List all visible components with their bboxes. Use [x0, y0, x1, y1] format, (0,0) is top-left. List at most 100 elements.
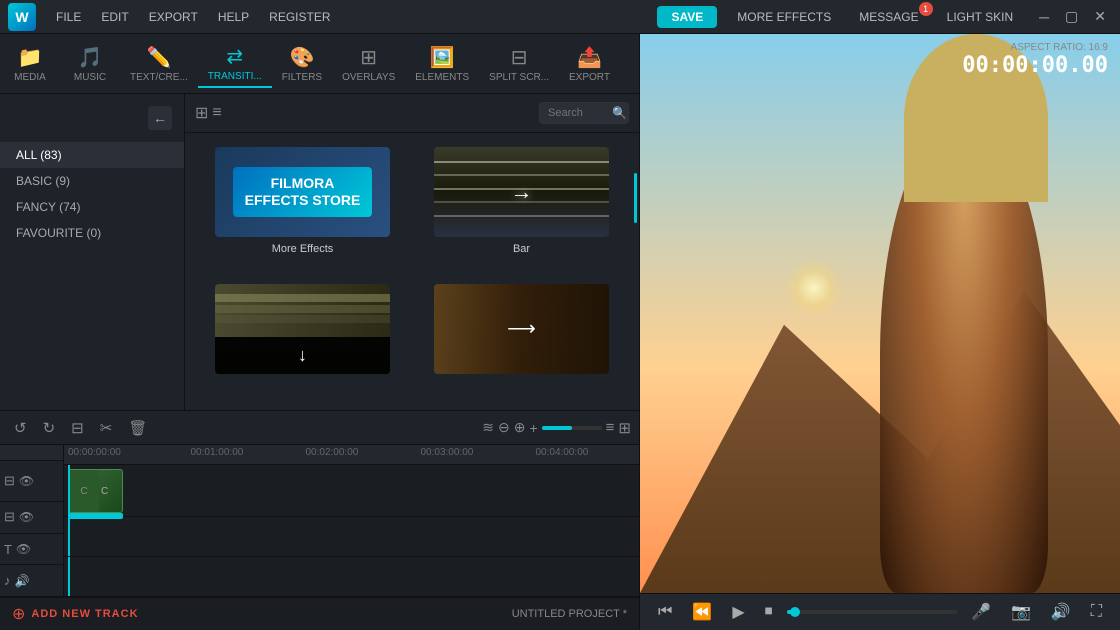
text-track — [64, 557, 639, 597]
video-track-icon: ⊟ — [4, 473, 15, 489]
toolbar-tabs: 📁 MEDIA 🎵 MUSIC ✏️ TEXT/CRE... ⇄ TRANSIT… — [0, 34, 639, 94]
tab-splitscreen[interactable]: ⊟ SPLIT SCR... — [479, 41, 559, 87]
menu-help[interactable]: HELP — [210, 6, 257, 28]
timeline-tracks: 00:00:00:00 00:01:00:00 00:02:00:00 00:0… — [64, 445, 639, 597]
tab-filters[interactable]: 🎨 FILTERS — [272, 41, 332, 87]
tab-filters-label: FILTERS — [282, 72, 322, 83]
effects-grid: FILMORAEFFECTS STORE More Effects — [185, 133, 639, 410]
effects-panel: ← ALL (83) BASIC (9) FANCY (74) FAVOURIT… — [0, 94, 639, 410]
zoom-slider[interactable] — [542, 426, 602, 430]
zoom-out-btn[interactable]: ⊖ — [498, 419, 510, 436]
tab-text-label: TEXT/CRE... — [130, 72, 188, 83]
main-layout: 📁 MEDIA 🎵 MUSIC ✏️ TEXT/CRE... ⇄ TRANSIT… — [0, 34, 1120, 630]
effect-bar[interactable]: → Bar — [412, 141, 631, 278]
progress-thumb — [790, 607, 800, 617]
tab-music-label: MUSIC — [74, 72, 106, 83]
category-favourite[interactable]: FAVOURITE (0) — [0, 220, 184, 246]
go-start-button[interactable]: ⏮ — [652, 601, 678, 623]
category-all[interactable]: ALL (83) — [0, 142, 184, 168]
effects-header: ⊞ ≡ 🔍 — [185, 94, 639, 133]
undo-button[interactable]: ↺ — [8, 417, 33, 439]
ruler-mark-1: 00:01:00:00 — [191, 447, 244, 458]
tab-overlays[interactable]: ⊞ OVERLAYS — [332, 41, 405, 87]
audio-track-icon: ♪ — [4, 573, 11, 588]
grid-layout-btn[interactable]: ⊞ — [618, 419, 631, 437]
effect-thumb-filmora: FILMORAEFFECTS STORE — [215, 147, 390, 237]
stop-button[interactable]: ⏹ — [759, 601, 779, 623]
audio-track-eye[interactable]: 🔊 — [15, 574, 30, 588]
tab-music[interactable]: 🎵 MUSIC — [60, 41, 120, 87]
overlay-track — [64, 517, 639, 557]
message-label: MESSAGE — [851, 6, 926, 28]
effects-sidebar: ← ALL (83) BASIC (9) FANCY (74) FAVOURIT… — [0, 94, 185, 410]
search-box[interactable]: 🔍 — [539, 102, 629, 124]
redo-button[interactable]: ↻ — [37, 417, 62, 439]
menu-bar: W FILE EDIT EXPORT HELP REGISTER SAVE MO… — [0, 0, 1120, 34]
layout-btn[interactable]: ≡ — [606, 419, 615, 436]
category-basic[interactable]: BASIC (9) — [0, 168, 184, 194]
tab-splitscreen-label: SPLIT SCR... — [489, 72, 549, 83]
grid-view-button[interactable]: ⊞ — [195, 103, 208, 123]
ruler-mark-3: 00:03:00:00 — [421, 447, 474, 458]
tab-transitions[interactable]: ⇄ TRANSITI... — [198, 40, 272, 88]
prev-frame-button[interactable]: ⏪ — [686, 600, 718, 624]
category-fancy[interactable]: FANCY (74) — [0, 194, 184, 220]
message-badge: 1 — [919, 2, 933, 16]
menu-register[interactable]: REGISTER — [261, 6, 338, 28]
zoom-waveform-btn[interactable]: ≋ — [482, 419, 494, 436]
list-view-button[interactable]: ≡ — [212, 103, 221, 123]
overlay-track-eye[interactable]: 👁 — [19, 510, 34, 524]
message-menu-item[interactable]: MESSAGE 1 — [851, 6, 926, 28]
effect-thumb-lower: ↓ — [215, 284, 390, 374]
volume-button[interactable]: 🔊 — [1045, 600, 1077, 624]
timecode-display: 00:00:00.00 — [962, 53, 1108, 78]
zoom-plus-btn[interactable]: + — [529, 420, 537, 436]
bar-preview: → — [434, 147, 609, 237]
effect-split[interactable]: ⟶ — [412, 278, 631, 403]
video-track-eye[interactable]: 👁 — [19, 474, 34, 488]
play-button[interactable]: ▶ — [726, 600, 750, 624]
video-clip[interactable]: C C — [68, 469, 123, 513]
save-button[interactable]: SAVE — [657, 6, 717, 28]
tab-text[interactable]: ✏️ TEXT/CRE... — [120, 41, 198, 87]
transitions-icon: ⇄ — [226, 44, 243, 69]
minimize-button[interactable]: ─ — [1033, 8, 1055, 25]
text-icon: ✏️ — [146, 45, 171, 70]
view-toggle: ⊞ ≡ — [195, 103, 222, 123]
mic-button[interactable]: 🎤 — [965, 600, 997, 624]
close-button[interactable]: ✕ — [1088, 8, 1112, 25]
menu-export[interactable]: EXPORT — [141, 6, 206, 28]
snapshot-button[interactable]: 📷 — [1005, 600, 1037, 624]
elements-icon: 🖼️ — [430, 45, 455, 70]
filmora-badge: FILMORAEFFECTS STORE — [233, 167, 373, 217]
maximize-button[interactable]: ▢ — [1059, 8, 1084, 25]
tab-media[interactable]: 📁 MEDIA — [0, 41, 60, 87]
search-input[interactable] — [548, 107, 608, 119]
zoom-in-btn[interactable]: ⊕ — [514, 419, 526, 436]
overlay-cursor — [68, 517, 70, 556]
menu-file[interactable]: FILE — [48, 6, 89, 28]
add-track-bar[interactable]: ⊕ ADD NEW TRACK UNTITLED PROJECT * — [0, 597, 639, 630]
effect-lower[interactable]: ↓ — [193, 278, 412, 403]
ruler-mark-4: 00:04:00:00 — [536, 447, 589, 458]
menu-edit[interactable]: EDIT — [93, 6, 136, 28]
progress-bar[interactable] — [787, 610, 957, 614]
timeline-cursor[interactable] — [68, 465, 70, 516]
scroll-indicator — [634, 173, 637, 223]
tab-export[interactable]: 📤 EXPORT — [559, 41, 620, 87]
back-button[interactable]: ← — [148, 106, 172, 130]
lower-overlay: ↓ — [215, 337, 390, 374]
text-track-eye[interactable]: 👁 — [16, 542, 31, 556]
effect-more-effects[interactable]: FILMORAEFFECTS STORE More Effects — [193, 141, 412, 278]
app-logo: W — [8, 3, 36, 31]
snap-button[interactable]: ⊟ — [65, 417, 90, 439]
detach-button[interactable]: ✂ — [94, 417, 119, 439]
track-row-audio: ♪ 🔊 — [0, 565, 63, 597]
more-effects-btn[interactable]: MORE EFFECTS — [729, 6, 839, 28]
skin-btn[interactable]: LIGHT SKIN — [939, 6, 1021, 28]
media-icon: 📁 — [18, 45, 43, 70]
fullscreen-button[interactable]: ⛶ — [1085, 601, 1108, 623]
delete-button[interactable]: 🗑 — [122, 417, 153, 439]
sidebar-back-area: ← — [0, 102, 184, 138]
tab-elements[interactable]: 🖼️ ELEMENTS — [405, 41, 479, 87]
